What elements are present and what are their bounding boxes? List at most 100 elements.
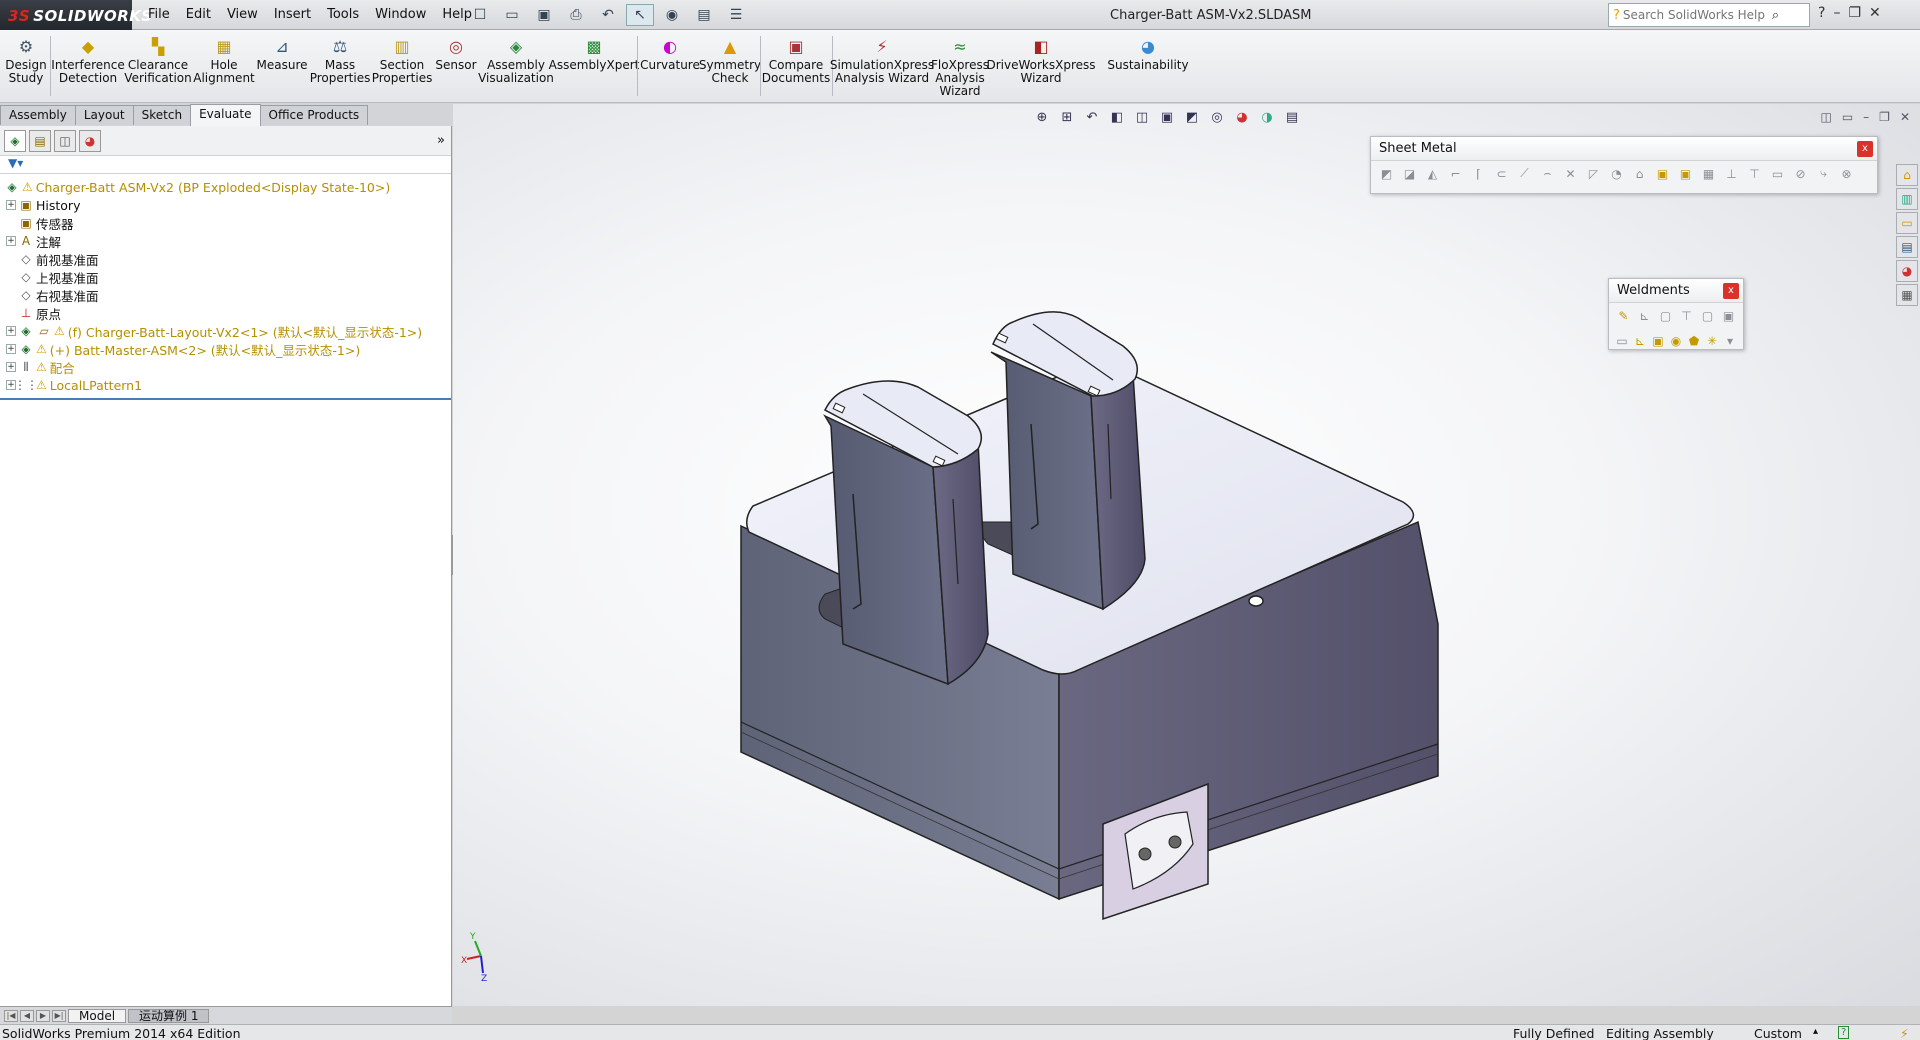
split-horizontal-icon[interactable]: ▭	[1842, 110, 1853, 124]
rebuild-status-icon[interactable]: ⚡	[1900, 1026, 1909, 1040]
edge-flange-icon[interactable]: ⌐	[1446, 164, 1465, 183]
hide-show-icon[interactable]: ◎	[1208, 110, 1226, 125]
file-explorer-icon[interactable]: ▭	[1896, 212, 1918, 234]
previous-view-icon[interactable]: ↶	[1083, 110, 1101, 125]
expand-panel-icon[interactable]: »	[437, 133, 445, 148]
sheet-metal-title[interactable]: Sheet Metal x	[1371, 137, 1877, 161]
vent-icon[interactable]: ▦	[1699, 164, 1718, 183]
welded-corner-icon[interactable]: ◔	[1607, 164, 1626, 183]
dropdown-icon[interactable]: ▾	[1723, 331, 1737, 350]
minimize-icon[interactable]: –	[1863, 110, 1869, 124]
tree-item-annotations[interactable]: + A 注解	[0, 232, 451, 250]
display-style-icon[interactable]: ◩	[1183, 110, 1201, 125]
reference-geometry-icon[interactable]: ✳	[1705, 331, 1719, 350]
graphics-area[interactable]: ⊕ ⊞ ↶ ◧ ◫ ▣ ◩ ◎ ◕ ◑ ▤ ◫ ▭ – ❐ ✕ Sheet Me…	[453, 104, 1920, 1006]
tab-office-products[interactable]: Office Products	[259, 105, 369, 125]
sketched-bend-icon[interactable]: ⌢	[1538, 164, 1557, 183]
expand-icon[interactable]: +	[6, 344, 16, 354]
design-library-icon[interactable]: ▥	[1896, 188, 1918, 210]
tree-root[interactable]: ◈ ⚠ Charger-Batt ASM-Vx2 (BP Exploded<Di…	[0, 178, 451, 196]
section-properties-button[interactable]: ▥ Section Properties	[372, 36, 433, 85]
view-palette-icon[interactable]: ▤	[1896, 236, 1918, 258]
custom-properties-icon[interactable]: ▦	[1896, 284, 1918, 306]
hole-wizard-icon[interactable]: ◉	[1669, 331, 1683, 350]
property-manager-icon[interactable]: ▤	[29, 129, 51, 152]
minimize-icon[interactable]: –	[1833, 5, 1840, 21]
mass-properties-button[interactable]: ⚖ Mass Properties	[310, 36, 371, 85]
tree-item-layout-part[interactable]: + ◈ ▱ ⚠ (f) Charger-Batt-Layout-Vx2<1> (…	[0, 322, 451, 340]
3d-sketch-icon[interactable]: ✎	[1615, 306, 1632, 325]
tree-item-front-plane[interactable]: ◇ 前视基准面	[0, 250, 451, 268]
lofted-bend-icon[interactable]: ◭	[1423, 164, 1442, 183]
zoom-area-icon[interactable]: ⊞	[1058, 110, 1076, 125]
extruded-boss-icon[interactable]: ⊾	[1633, 331, 1647, 350]
magnifier-icon[interactable]: ⌕	[1772, 8, 1779, 23]
tab-motion-study[interactable]: 运动算例 1	[128, 1008, 210, 1023]
gusset-icon[interactable]: ⊤	[1678, 306, 1695, 325]
rebuild-icon[interactable]: ◉	[658, 4, 686, 26]
solidworks-resources-icon[interactable]: ⌂	[1896, 164, 1918, 186]
extruded-cut-icon[interactable]: ▣	[1653, 164, 1672, 183]
edit-appearance-icon[interactable]: ◕	[1233, 110, 1251, 125]
zoom-to-fit-icon[interactable]: ⊕	[1033, 110, 1051, 125]
split-view-icon[interactable]: ◫	[1820, 110, 1831, 124]
chamfer-icon[interactable]: ⬟	[1687, 331, 1701, 350]
assembly-model[interactable]	[453, 104, 1920, 1006]
print-icon[interactable]: ⎙	[562, 4, 590, 26]
forming-tool-icon[interactable]: ⌂	[1630, 164, 1649, 183]
clearance-verification-button[interactable]: ▚ Clearance Verification	[124, 36, 191, 85]
display-manager-icon[interactable]: ◕	[79, 129, 101, 152]
compare-documents-button[interactable]: ▣ Compare Documents	[762, 36, 830, 85]
interference-detection-button[interactable]: ◆ Interference Detection	[51, 36, 124, 85]
no-bends-icon[interactable]: ⊘	[1791, 164, 1810, 183]
simple-hole-icon[interactable]: ▣	[1676, 164, 1695, 183]
jog-icon[interactable]: ⟋	[1515, 164, 1534, 183]
new-document-icon[interactable]: ☐	[466, 4, 494, 26]
simulationxpress-button[interactable]: ⚡ SimulationXpress Analysis Wizard	[830, 36, 934, 85]
tree-item-pattern[interactable]: + ⋮⋮ ⚠ LocalLPattern1	[0, 376, 451, 394]
restore-icon[interactable]: ❐	[1848, 5, 1861, 21]
weld-bead-icon[interactable]: ▣	[1720, 306, 1737, 325]
dynamic-annotation-icon[interactable]: ◫	[1133, 110, 1151, 125]
weldments-title[interactable]: Weldments x	[1609, 279, 1743, 303]
tab-layout[interactable]: Layout	[74, 105, 134, 125]
tab-evaluate[interactable]: Evaluate	[190, 104, 261, 126]
close-icon[interactable]: ✕	[1869, 5, 1881, 21]
appearances-icon[interactable]: ◕	[1896, 260, 1918, 282]
convert-to-sheet-metal-icon[interactable]: ◪	[1400, 164, 1419, 183]
symmetry-check-button[interactable]: ▲ Symmetry Check	[699, 36, 761, 85]
tree-item-batt-master[interactable]: + ◈ ⚠ (+) Batt-Master-ASM<2> (默认<默认_显示状态…	[0, 340, 451, 358]
tree-item-origin[interactable]: ⊥ 原点	[0, 304, 451, 322]
tree-item-right-plane[interactable]: ◇ 右视基准面	[0, 286, 451, 304]
rip-icon[interactable]: ⊗	[1837, 164, 1856, 183]
menu-view[interactable]: View	[219, 6, 266, 23]
save-icon[interactable]: ▣	[530, 4, 558, 26]
prev-tab-icon[interactable]: ◀	[20, 1009, 34, 1022]
structural-member-icon[interactable]: ▢	[1657, 306, 1674, 325]
tree-item-history[interactable]: + ▣ History	[0, 196, 451, 214]
trim-extend-icon[interactable]: ▭	[1615, 331, 1629, 350]
curvature-button[interactable]: ◐ Curvature	[640, 36, 700, 72]
insert-bends-icon[interactable]: ⤷	[1814, 164, 1833, 183]
file-properties-icon[interactable]: ▤	[690, 4, 718, 26]
feature-tree-icon[interactable]: ◈	[4, 129, 26, 152]
first-tab-icon[interactable]: |◀	[4, 1009, 18, 1022]
expand-icon[interactable]: +	[6, 362, 16, 372]
units-arrow-icon[interactable]: ▴	[1813, 1026, 1818, 1037]
expand-icon[interactable]: +	[6, 200, 16, 210]
assemblyxpert-button[interactable]: ▩ AssemblyXpert	[549, 36, 640, 72]
options-icon[interactable]: ☰	[722, 4, 750, 26]
end-cap-icon[interactable]: ▢	[1699, 306, 1716, 325]
help-icon[interactable]: ?	[1818, 5, 1825, 21]
sensor-button[interactable]: ◎ Sensor	[434, 36, 478, 72]
extruded-cut-icon[interactable]: ▣	[1651, 331, 1665, 350]
open-icon[interactable]: ▭	[498, 4, 526, 26]
solidworks-logo[interactable]: 3S SOLIDWORKS	[0, 0, 152, 30]
miter-flange-icon[interactable]: ⌈	[1469, 164, 1488, 183]
closed-corner-icon[interactable]: ◸	[1584, 164, 1603, 183]
select-icon[interactable]: ↖	[626, 4, 654, 26]
menu-tools[interactable]: Tools	[319, 6, 367, 23]
configuration-manager-icon[interactable]: ◫	[54, 129, 76, 152]
menu-window[interactable]: Window	[367, 6, 434, 23]
hole-alignment-button[interactable]: ▦ Hole Alignment	[193, 36, 254, 85]
